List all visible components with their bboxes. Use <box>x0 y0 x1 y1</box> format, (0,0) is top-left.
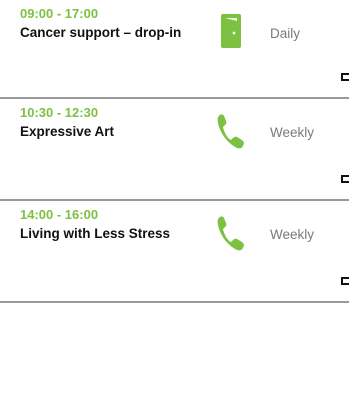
event-item[interactable]: 09:00 - 17:00 Cancer support – drop-in D… <box>0 0 349 99</box>
expand-icon[interactable] <box>341 73 349 81</box>
event-frequency: Weekly <box>270 227 315 242</box>
phone-icon <box>217 114 244 149</box>
event-time: 09:00 - 17:00 <box>20 6 99 21</box>
expand-icon[interactable] <box>341 277 349 285</box>
event-frequency: Weekly <box>270 125 315 140</box>
event-list: 09:00 - 17:00 Cancer support – drop-in D… <box>0 0 349 303</box>
door-icon <box>221 14 241 48</box>
event-title[interactable]: Cancer support – drop-in <box>20 23 200 42</box>
event-item[interactable]: 14:00 - 16:00 Living with Less Stress We… <box>0 201 349 303</box>
event-info: 10:30 - 12:30 Expressive Art <box>20 105 200 141</box>
event-time: 10:30 - 12:30 <box>20 105 99 120</box>
expand-icon[interactable] <box>341 175 349 183</box>
event-info: 14:00 - 16:00 Living with Less Stress <box>20 207 200 243</box>
phone-icon <box>217 216 244 251</box>
event-info: 09:00 - 17:00 Cancer support – drop-in <box>20 6 200 42</box>
event-title[interactable]: Expressive Art <box>20 122 200 141</box>
event-item[interactable]: 10:30 - 12:30 Expressive Art Weekly <box>0 99 349 201</box>
event-time: 14:00 - 16:00 <box>20 207 99 222</box>
event-frequency: Daily <box>270 26 301 41</box>
event-title[interactable]: Living with Less Stress <box>20 224 200 243</box>
